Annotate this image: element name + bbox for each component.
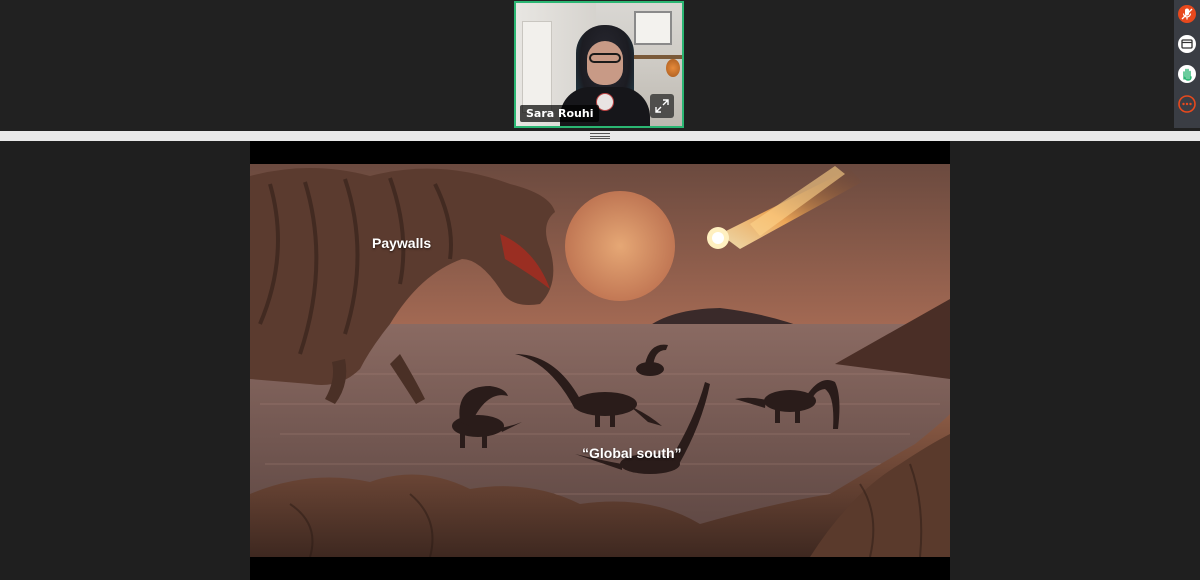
video-background-frame bbox=[634, 11, 672, 45]
shared-slide: Paywalls “Global south” bbox=[250, 141, 950, 580]
video-background-shelf bbox=[628, 55, 682, 59]
mute-button[interactable] bbox=[1175, 0, 1199, 28]
microphone-muted-icon bbox=[1178, 5, 1196, 23]
slide-illustration bbox=[250, 164, 950, 557]
raise-hand-button[interactable] bbox=[1175, 60, 1199, 88]
participant-face bbox=[587, 41, 623, 85]
raise-hand-icon bbox=[1178, 65, 1196, 83]
slide-label-global-south: “Global south” bbox=[582, 445, 682, 461]
meeting-toolbar bbox=[1174, 0, 1200, 128]
participant-glasses bbox=[589, 53, 621, 63]
screen-view-button[interactable] bbox=[1175, 30, 1199, 58]
window-icon bbox=[1178, 35, 1196, 53]
video-background-plant bbox=[666, 59, 680, 77]
more-options-button[interactable] bbox=[1175, 90, 1199, 118]
more-options-icon bbox=[1178, 95, 1196, 113]
drag-handle-icon[interactable] bbox=[590, 133, 610, 139]
slide-label-paywalls: Paywalls bbox=[372, 235, 432, 251]
participant-name: Sara Rouhi bbox=[520, 105, 600, 122]
expand-video-button[interactable] bbox=[650, 94, 674, 118]
participant-video-tile[interactable]: Sara Rouhi bbox=[514, 1, 684, 128]
expand-icon bbox=[655, 99, 669, 113]
video-background-door bbox=[522, 21, 552, 113]
